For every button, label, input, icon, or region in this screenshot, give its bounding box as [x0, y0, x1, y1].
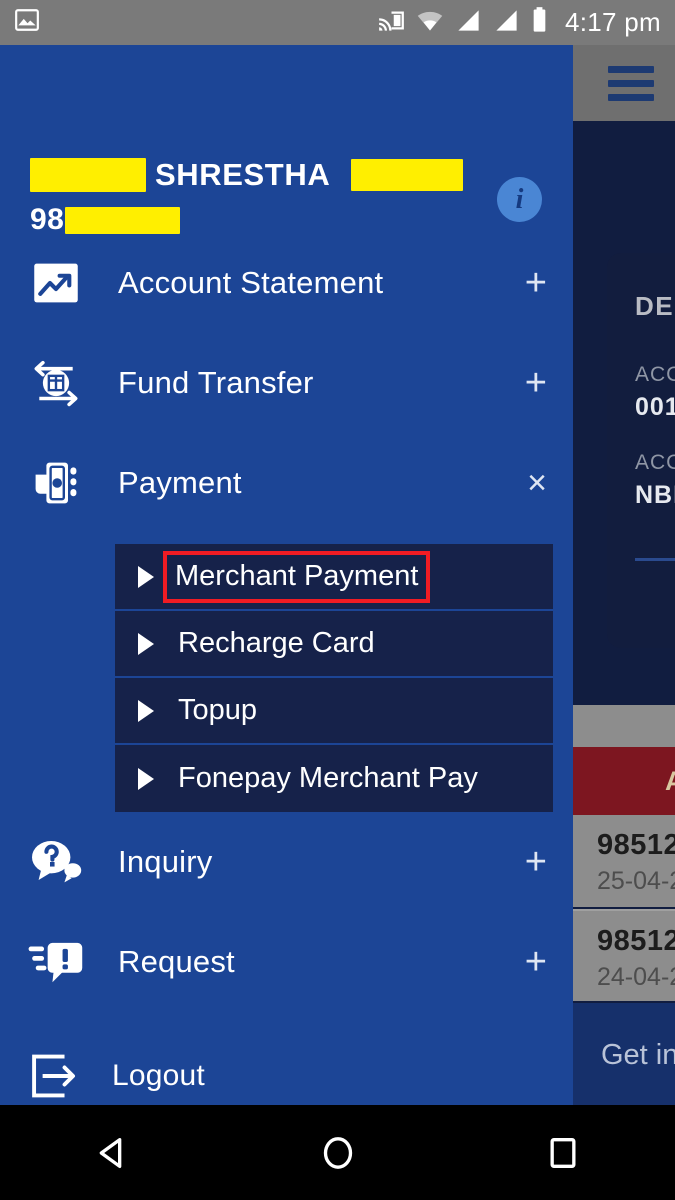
list-item-date: 25-04-2: [597, 867, 675, 895]
cast-icon: [378, 7, 405, 39]
card-divider: [635, 558, 675, 561]
background-account-card: DEB ACC 001 ACC NBI: [607, 253, 675, 648]
user-surname: SHRESTHA: [155, 157, 331, 192]
submenu-item-recharge-card[interactable]: Recharge Card: [115, 611, 553, 678]
battery-icon: [531, 6, 548, 39]
expand-plus-icon[interactable]: +: [525, 364, 547, 402]
hamburger-menu-icon[interactable]: [608, 65, 654, 101]
expand-plus-icon[interactable]: +: [525, 943, 547, 981]
background-list-item[interactable]: 9851253 24-04-2: [573, 909, 675, 1001]
phone-screen: DEB ACC 001 ACC NBI A 9851253 25-04-2 98…: [0, 0, 675, 1200]
recents-square-icon[interactable]: [503, 1133, 623, 1173]
submenu-item-label: Recharge Card: [178, 627, 375, 659]
list-item-date: 24-04-2: [597, 963, 675, 991]
status-bar: 4:17 pm: [0, 0, 675, 45]
navigation-drawer: SHRESTHA 98 i Account Statement + Fund T…: [0, 45, 573, 1105]
expand-plus-icon[interactable]: +: [525, 264, 547, 302]
submenu-item-label: Merchant Payment: [162, 550, 431, 603]
card-account-type-label: ACC: [635, 451, 675, 474]
redacted-name-suffix: [351, 159, 464, 191]
submenu-item-label: Fonepay Merchant Pay: [178, 762, 478, 794]
signal-2-icon: [493, 7, 520, 39]
sidebar-item-label: Payment: [118, 465, 242, 500]
background-footer: Get in: [573, 1003, 675, 1105]
submenu-item-merchant-payment[interactable]: Merchant Payment: [115, 544, 553, 611]
chevron-right-icon: [138, 699, 154, 722]
sidebar-item-account-statement[interactable]: Account Statement +: [0, 233, 573, 333]
card-title: DEB: [635, 291, 675, 321]
submenu-item-topup[interactable]: Topup: [115, 678, 553, 745]
submenu-item-label: Topup: [178, 694, 258, 726]
statement-chart-icon: [18, 254, 94, 312]
background-list-spacer: [573, 705, 675, 747]
image-icon: [14, 7, 40, 38]
card-account-number-label: ACC: [635, 363, 675, 386]
signal-1-icon: [455, 7, 482, 39]
background-footer-text: Get in: [601, 1039, 675, 1071]
background-alert-banner: A: [573, 747, 675, 815]
inquiry-question-bubble-icon: [18, 834, 94, 890]
logout-exit-icon: [18, 1050, 94, 1102]
payment-cash-icon: [18, 453, 94, 513]
chevron-right-icon: [138, 767, 154, 790]
redacted-first-name: [30, 158, 146, 192]
submenu-item-fonepay-merchant-pay[interactable]: Fonepay Merchant Pay: [115, 745, 553, 812]
drawer-user-header: SHRESTHA 98 i: [0, 45, 573, 236]
android-navigation-bar: [0, 1105, 675, 1200]
sidebar-item-label: Account Statement: [118, 265, 384, 300]
chevron-right-icon: [138, 565, 154, 588]
sidebar-item-label: Fund Transfer: [118, 365, 314, 400]
sidebar-item-label: Inquiry: [118, 844, 213, 879]
info-icon[interactable]: i: [497, 177, 542, 222]
request-alert-bubble-icon: [18, 935, 94, 989]
back-triangle-icon[interactable]: [53, 1133, 173, 1173]
sidebar-item-inquiry[interactable]: Inquiry +: [0, 812, 573, 912]
home-circle-icon[interactable]: [278, 1133, 398, 1173]
expand-plus-icon[interactable]: +: [525, 843, 547, 881]
info-glyph: i: [515, 183, 524, 215]
chevron-right-icon: [138, 632, 154, 655]
list-item-number: 9851253: [597, 925, 675, 957]
redacted-phone-number: [65, 206, 181, 234]
wifi-icon: [416, 6, 444, 39]
sidebar-item-label: Logout: [112, 1059, 205, 1092]
background-list-item[interactable]: 9851253 25-04-2: [573, 815, 675, 907]
sidebar-item-fund-transfer[interactable]: Fund Transfer +: [0, 333, 573, 433]
fund-transfer-icon: [18, 353, 94, 413]
card-account-type-value: NBI: [635, 481, 675, 509]
sidebar-item-payment[interactable]: Payment ×: [0, 433, 573, 533]
user-phone-prefix: 98: [30, 203, 65, 236]
sidebar-item-logout[interactable]: Logout: [0, 1026, 573, 1105]
user-phone-line: 98: [30, 203, 181, 237]
list-item-number: 9851253: [597, 829, 675, 861]
status-bar-clock: 4:17 pm: [564, 7, 661, 37]
payment-submenu: Merchant Payment Recharge Card Topup Fon…: [115, 544, 553, 812]
user-name-line: SHRESTHA: [30, 157, 464, 193]
sidebar-item-label: Request: [118, 944, 235, 979]
sidebar-item-request[interactable]: Request +: [0, 912, 573, 1012]
collapse-close-icon[interactable]: ×: [527, 466, 547, 500]
card-account-number-value: 001: [635, 393, 675, 421]
